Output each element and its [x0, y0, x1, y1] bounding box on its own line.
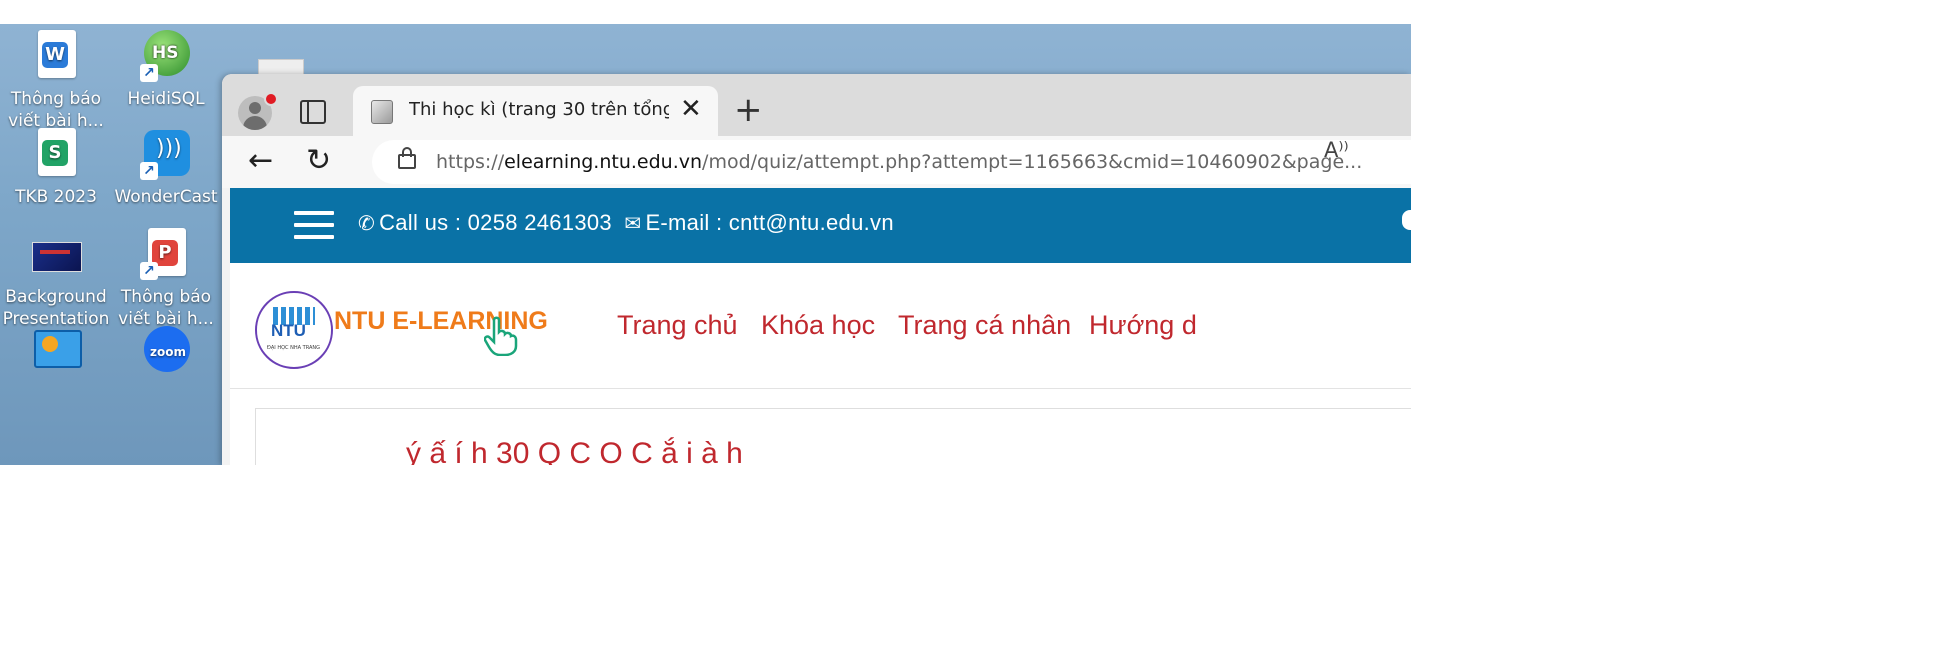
screen-viewport: W Thông báo viết bài h... HS ↗ HeidiSQL … [0, 24, 1411, 465]
zoom-icon: zoom [140, 324, 192, 376]
ntu-logo[interactable]: NTU ĐẠI HỌC NHA TRANG [255, 291, 333, 369]
email-text[interactable]: E-mail : cntt@ntu.edu.vn [645, 210, 893, 235]
lock-icon[interactable] [398, 147, 416, 169]
site-topbar: ✆ Call us : 0258 2461303 ✉ E-mail : cntt@n… [230, 188, 1411, 263]
desktop-icon-label: TKB 2023 [15, 187, 97, 207]
pointer-hand-icon [484, 316, 518, 356]
read-aloud-icon[interactable]: A⁾⁾ [1324, 138, 1349, 162]
nav-home[interactable]: Trang chủ [617, 310, 738, 341]
header-divider [230, 388, 1411, 389]
notification-dot [264, 92, 278, 106]
url-domain: elearning.ntu.edu.vn [504, 151, 703, 173]
control-panel-icon [30, 326, 82, 378]
browser-toolbar: ← ↻ https://elearning.ntu.edu.vn/mod/qui… [222, 136, 1411, 188]
wondercast-icon: ))) ↗ [140, 128, 192, 180]
desktop-icon-tkb[interactable]: S TKB 2023 [2, 128, 110, 208]
envelope-icon: ✉ [624, 213, 642, 235]
shortcut-arrow-icon: ↗ [140, 64, 158, 82]
tab-strip: Thi học kì (trang 30 trên tổng số ✕ + [222, 74, 1411, 136]
address-bar[interactable]: https://elearning.ntu.edu.vn/mod/quiz/at… [372, 140, 1411, 184]
page-favicon-icon [371, 100, 393, 124]
desktop-icon-thong-bao-1[interactable]: W Thông báo viết bài h... [2, 30, 110, 132]
nav-profile[interactable]: Trang cá nhân [898, 310, 1071, 341]
nav-courses[interactable]: Khóa học [761, 310, 875, 341]
pdf-doc-icon: P ↗ [140, 228, 192, 280]
reload-button[interactable]: ↻ [306, 144, 331, 178]
tab-actions-icon[interactable] [300, 100, 326, 124]
browser-window: Thi học kì (trang 30 trên tổng số ✕ + ← … [222, 74, 1411, 465]
word-doc-icon: W [30, 30, 82, 82]
desktop-icon-heidisql[interactable]: HS ↗ HeidiSQL [112, 30, 220, 110]
desktop-icon-zoom[interactable]: zoom [112, 324, 220, 382]
nav-guide[interactable]: Hướng d [1089, 310, 1197, 341]
desktop-icon-label: WonderCast [114, 187, 218, 207]
new-tab-button[interactable]: + [734, 92, 763, 128]
logo-text: NTU [271, 321, 306, 340]
desktop-icon-partial [258, 59, 304, 75]
desktop-icon-thong-bao-2[interactable]: P ↗ Thông báo viết bài h... [112, 228, 220, 330]
contact-info: ✆ Call us : 0258 2461303 ✉ E-mail : cntt@n… [358, 210, 894, 236]
logo-subtext: ĐẠI HỌC NHA TRANG [267, 345, 321, 351]
desktop-icon-wondercast[interactable]: ))) ↗ WonderCast [112, 128, 220, 208]
shortcut-arrow-icon: ↗ [140, 162, 158, 180]
quiz-heading: ý ấ í h 30 Q C O C ắ i à h [406, 437, 743, 465]
back-button[interactable]: ← [248, 144, 273, 178]
desktop-icon-label: Thông báo viết bài h... [8, 89, 104, 131]
content-card: ý ấ í h 30 Q C O C ắ i à h [255, 408, 1411, 465]
url-path: /mod/quiz/attempt.php?attempt=1165663&cm… [702, 151, 1363, 173]
hamburger-menu-icon[interactable] [294, 211, 334, 239]
heidisql-icon: HS ↗ [140, 30, 192, 82]
user-icon[interactable] [1402, 210, 1411, 230]
desktop-icon-label: HeidiSQL [127, 89, 205, 109]
phone-text: Call us : 0258 2461303 [379, 210, 612, 235]
phone-icon: ✆ [358, 213, 376, 235]
shortcut-arrow-icon: ↗ [140, 262, 158, 280]
desktop-icon-control-panel[interactable] [2, 326, 110, 384]
close-tab-icon[interactable]: ✕ [680, 96, 702, 122]
url-scheme: https:// [436, 151, 505, 173]
presentation-thumbnail-icon [30, 228, 82, 280]
web-page: ✆ Call us : 0258 2461303 ✉ E-mail : cntt@n… [230, 188, 1411, 465]
spreadsheet-icon: S [30, 128, 82, 180]
active-tab[interactable]: Thi học kì (trang 30 trên tổng số ✕ [353, 86, 718, 136]
url-text[interactable]: https://elearning.ntu.edu.vn/mod/quiz/at… [436, 151, 1362, 173]
desktop-icon-background-presentation[interactable]: Background Presentation [2, 228, 110, 330]
desktop-icon-label: Background Presentation [2, 287, 110, 329]
tab-title: Thi học kì (trang 30 trên tổng số [409, 99, 669, 120]
